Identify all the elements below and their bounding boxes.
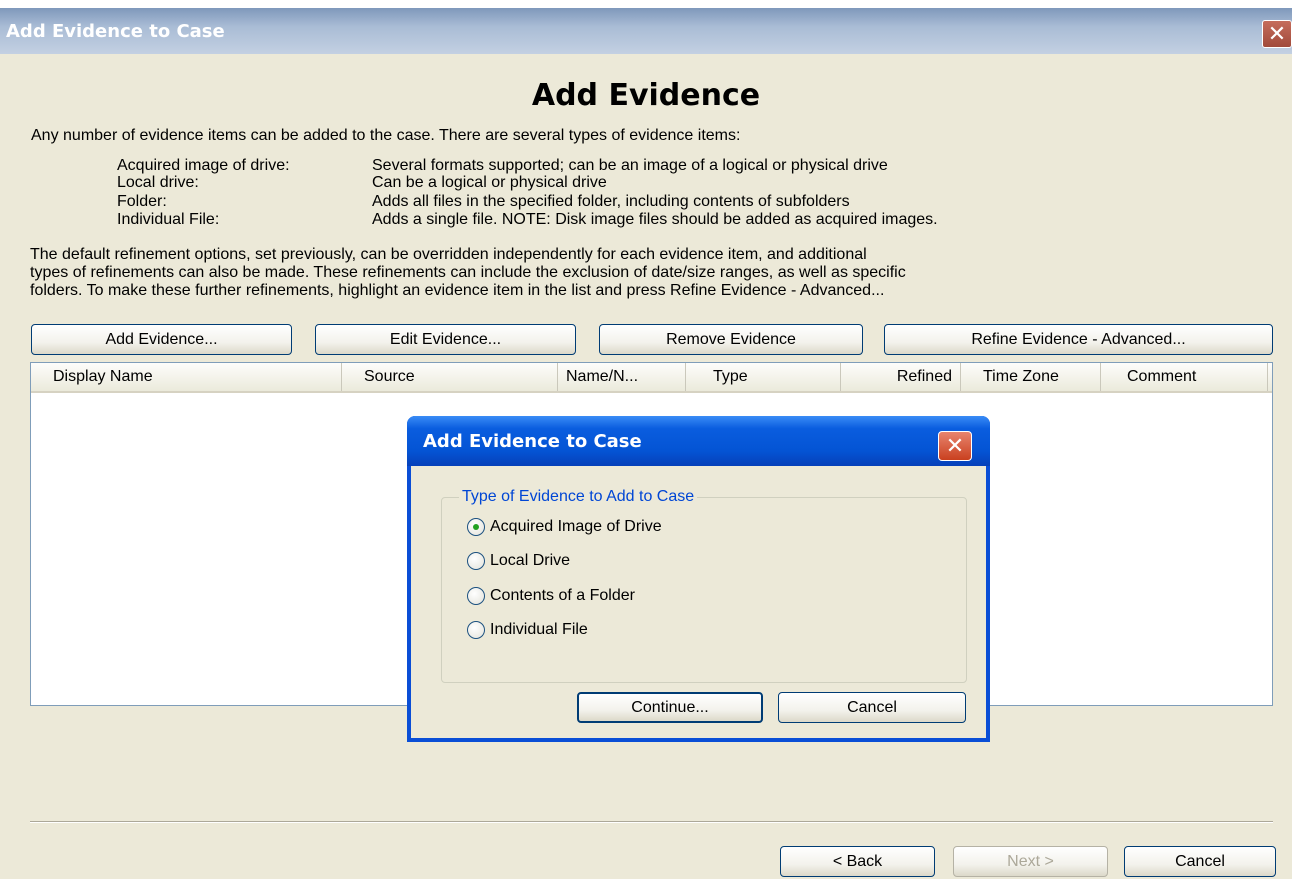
dialog-close-button[interactable]: ✕ (938, 431, 972, 461)
option-local-drive[interactable]: Local Drive (467, 548, 570, 574)
option-label: Contents of a Folder (490, 587, 635, 604)
dialog-titlebar: Add Evidence to Case ✕ (407, 416, 990, 466)
group-label: Type of Evidence to Add to Case (459, 488, 698, 506)
column-refined[interactable]: Refined (841, 363, 961, 391)
radio-selected-icon[interactable] (467, 518, 485, 536)
evidence-type-group: Type of Evidence to Add to Case Acquired… (441, 488, 967, 683)
column-type[interactable]: Type (686, 363, 841, 391)
column-time-zone[interactable]: Time Zone (961, 363, 1101, 391)
type-desc-folder: Adds all files in the specified folder, … (372, 193, 850, 210)
edit-evidence-button[interactable]: Edit Evidence... (315, 324, 576, 355)
refine-evidence-button[interactable]: Refine Evidence - Advanced... (884, 324, 1273, 355)
window-titlebar: Add Evidence to Case ✕ (0, 8, 1292, 54)
option-individual-file[interactable]: Individual File (467, 617, 588, 643)
next-button: Next > (953, 846, 1108, 877)
column-source[interactable]: Source (342, 363, 558, 391)
list-header: Display Name Source Name/N... Type Refin… (31, 363, 1272, 393)
add-evidence-window: Add Evidence to Case ✕ Add Evidence Any … (0, 8, 1292, 879)
option-label: Acquired Image of Drive (490, 518, 662, 535)
option-acquired-image[interactable]: Acquired Image of Drive (467, 514, 662, 540)
radio-icon[interactable] (467, 587, 485, 605)
add-evidence-button[interactable]: Add Evidence... (31, 324, 292, 355)
window-title: Add Evidence to Case (6, 21, 225, 42)
paragraph-line: The default refinement options, set prev… (30, 246, 867, 263)
remove-evidence-button[interactable]: Remove Evidence (599, 324, 863, 355)
type-label-local: Local drive: (117, 174, 199, 191)
paragraph-line: folders. To make these further refinemen… (30, 282, 885, 299)
close-icon: ✕ (945, 433, 965, 459)
option-folder-contents[interactable]: Contents of a Folder (467, 583, 635, 609)
refinement-paragraph: The default refinement options, set prev… (30, 246, 906, 300)
option-label: Individual File (490, 621, 588, 638)
radio-icon[interactable] (467, 621, 485, 639)
close-icon: ✕ (1267, 21, 1287, 47)
option-label: Local Drive (490, 552, 571, 569)
dialog-body: Type of Evidence to Add to Case Acquired… (411, 466, 986, 738)
type-desc-local: Can be a logical or physical drive (372, 174, 607, 191)
column-name-n[interactable]: Name/N... (558, 363, 686, 391)
type-label-folder: Folder: (117, 193, 167, 210)
footer-separator (30, 821, 1273, 823)
add-evidence-dialog: Add Evidence to Case ✕ Type of Evidence … (407, 416, 990, 742)
column-comment[interactable]: Comment (1101, 363, 1268, 391)
type-desc-file: Adds a single file. NOTE: Disk image fil… (372, 211, 938, 228)
continue-button[interactable]: Continue... (577, 692, 763, 723)
back-button[interactable]: < Back (780, 846, 935, 877)
window-close-button[interactable]: ✕ (1262, 20, 1292, 48)
paragraph-line: types of refinements can also be made. T… (30, 264, 906, 281)
dialog-title: Add Evidence to Case (423, 431, 642, 452)
cancel-button[interactable]: Cancel (1124, 846, 1276, 877)
intro-text: Any number of evidence items can be adde… (31, 127, 741, 144)
dialog-cancel-button[interactable]: Cancel (778, 692, 966, 723)
type-label-file: Individual File: (117, 211, 220, 228)
radio-icon[interactable] (467, 552, 485, 570)
column-display-name[interactable]: Display Name (31, 363, 342, 391)
page-heading: Add Evidence (531, 78, 761, 113)
